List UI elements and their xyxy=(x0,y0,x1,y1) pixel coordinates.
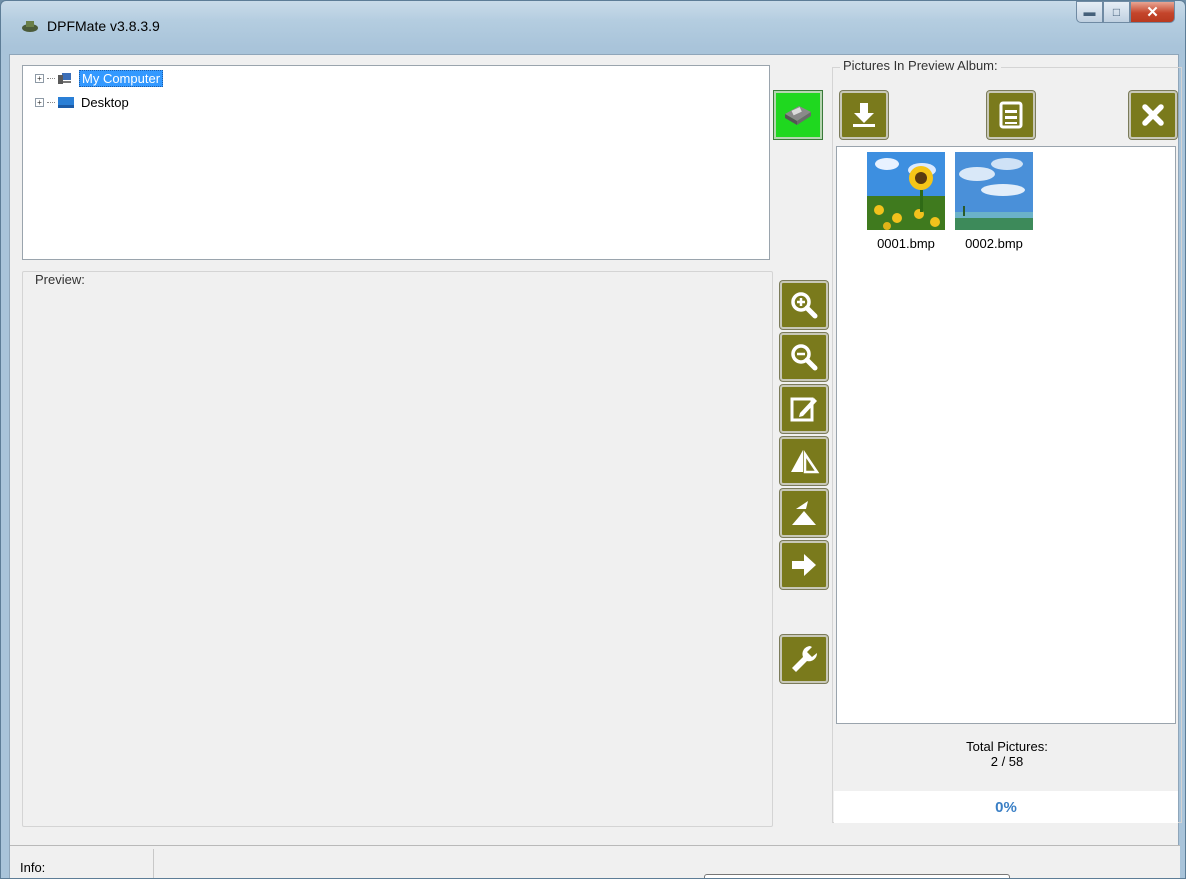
arrow-right-icon xyxy=(792,554,816,576)
expand-icon[interactable]: + xyxy=(35,97,44,107)
tree-item-label: Desktop xyxy=(81,94,129,110)
zoom-in-icon xyxy=(791,292,818,319)
album-picture-name: 0001.bmp xyxy=(877,236,935,251)
sunflower-thumbnail xyxy=(867,152,945,230)
album-picture-1[interactable]: 0001.bmp xyxy=(867,152,945,251)
flip-horizontal-icon xyxy=(791,449,820,474)
tree-item-label: My Computer xyxy=(79,69,164,87)
app-window: DPFMate v3.8.3.9 ▬ □ ✕ + My Computer + D… xyxy=(0,0,1186,879)
zoom-in-button[interactable] xyxy=(780,281,828,329)
client-area: + My Computer + Desktop Preview: Picture… xyxy=(9,54,1182,878)
close-x-icon xyxy=(1142,104,1164,126)
device-transfer-icon xyxy=(785,106,811,125)
album-picture-name: 0002.bmp xyxy=(965,236,1023,251)
save-album-button[interactable] xyxy=(987,91,1035,139)
total-pictures: Total Pictures: 2 / 58 xyxy=(832,739,1182,769)
flip-vertical-icon xyxy=(792,501,816,525)
computer-icon xyxy=(58,72,71,84)
total-pictures-value: 2 / 58 xyxy=(990,754,1024,769)
expand-icon[interactable]: + xyxy=(35,73,44,83)
zoom-out-icon xyxy=(791,344,818,371)
close-icon: ✕ xyxy=(1146,4,1159,21)
edit-icon xyxy=(790,397,817,422)
maximize-icon: □ xyxy=(1112,5,1121,19)
settings-button[interactable] xyxy=(780,635,828,683)
window-title: DPFMate v3.8.3.9 xyxy=(47,18,160,34)
folder-tree[interactable]: + My Computer + Desktop xyxy=(22,65,770,260)
tree-item-my-computer[interactable]: + My Computer xyxy=(35,69,164,87)
save-list-icon xyxy=(999,101,1023,129)
wrench-icon xyxy=(792,646,818,672)
minimize-icon: ▬ xyxy=(1083,5,1096,19)
close-window-button[interactable]: ✕ xyxy=(1130,1,1175,23)
tree-item-desktop[interactable]: + Desktop xyxy=(35,93,131,111)
caption-buttons: ▬ □ ✕ xyxy=(1076,1,1175,25)
maximize-button[interactable]: □ xyxy=(1103,1,1130,23)
album-label: Pictures In Preview Album: xyxy=(840,58,1001,73)
minimize-button[interactable]: ▬ xyxy=(1076,1,1103,23)
transfer-to-device-button[interactable] xyxy=(774,91,822,139)
zoom-out-button[interactable] xyxy=(780,333,828,381)
next-button[interactable] xyxy=(780,541,828,589)
flip-vertical-button[interactable] xyxy=(780,489,828,537)
preview-label: Preview: xyxy=(33,272,87,287)
album-picture-2[interactable]: 0002.bmp xyxy=(955,152,1033,251)
download-arrow-icon xyxy=(853,103,875,127)
title-bar[interactable]: DPFMate v3.8.3.9 ▬ □ ✕ xyxy=(1,1,1185,45)
remove-from-album-button[interactable] xyxy=(1129,91,1177,139)
total-pictures-label: Total Pictures: xyxy=(966,739,1048,754)
tooltip-fragment xyxy=(704,874,1010,878)
flip-horizontal-button[interactable] xyxy=(780,437,828,485)
app-icon xyxy=(22,21,38,32)
desktop-icon xyxy=(58,96,74,108)
progress-bar: 0% xyxy=(834,791,1178,823)
add-to-album-button[interactable] xyxy=(840,91,888,139)
info-label: Info: xyxy=(14,849,154,878)
edit-button[interactable] xyxy=(780,385,828,433)
preview-panel: Preview: xyxy=(22,271,773,827)
progress-text: 0% xyxy=(995,798,1017,816)
album-picture-list[interactable]: 0001.bmp 0002.bmp xyxy=(836,146,1176,724)
sky-thumbnail xyxy=(955,152,1033,230)
